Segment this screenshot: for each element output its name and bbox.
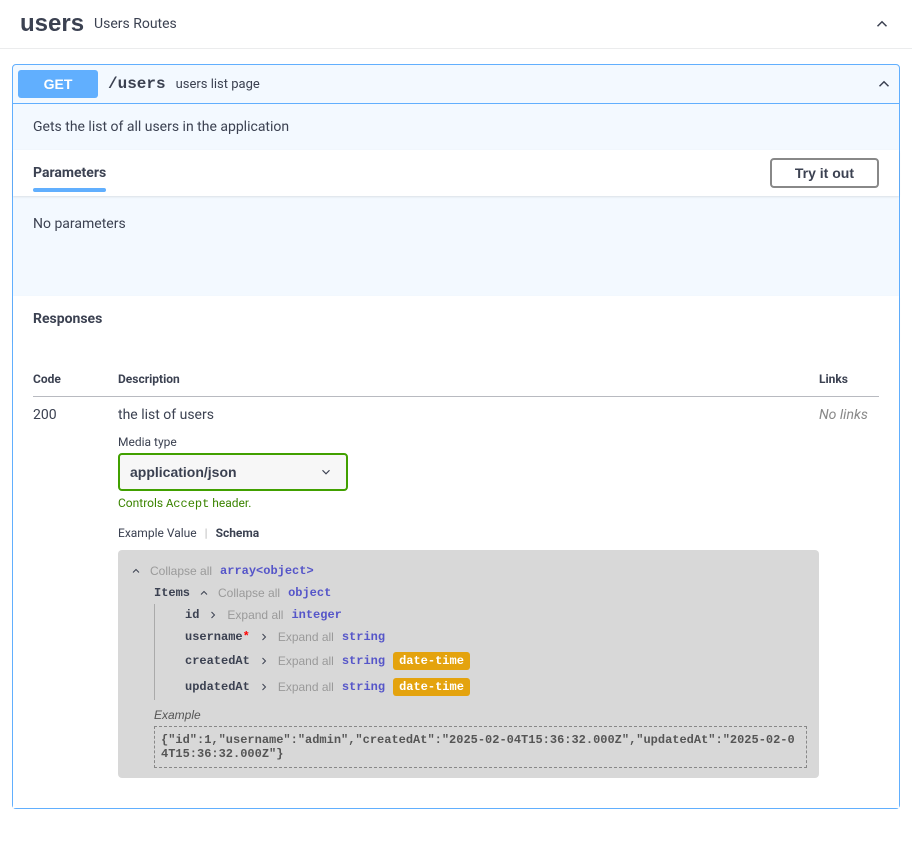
- tag-header[interactable]: users Users Routes: [0, 0, 912, 49]
- schema-root-row[interactable]: Collapse all array<object>: [130, 560, 807, 582]
- response-links: No links: [819, 397, 879, 789]
- expand-all-link[interactable]: Expand all: [278, 680, 334, 694]
- media-type-help: Controls Accept header.: [118, 496, 819, 511]
- chevron-up-icon: [198, 587, 210, 599]
- schema-field-row[interactable]: createdAt Expand all string date-time: [154, 648, 807, 674]
- operation-summary: users list page: [176, 77, 874, 92]
- schema-field-type: string: [342, 680, 385, 694]
- col-links: Links: [819, 362, 879, 397]
- tag-name: users: [20, 10, 84, 38]
- schema-example-label: Example: [130, 708, 807, 722]
- no-parameters-text: No parameters: [33, 216, 126, 232]
- operation-header[interactable]: GET /users users list page: [13, 65, 899, 103]
- chevron-right-icon: [258, 631, 270, 643]
- chevron-up-icon: [130, 565, 142, 577]
- col-description: Description: [118, 362, 819, 397]
- media-type-select[interactable]: application/json: [118, 453, 348, 491]
- schema-format-badge: date-time: [393, 652, 470, 670]
- try-it-out-button[interactable]: Try it out: [770, 158, 879, 188]
- schema-tabs: Example Value | Schema: [118, 526, 819, 540]
- schema-field-type: integer: [291, 608, 341, 622]
- schema-example-value: {"id":1,"username":"admin","createdAt":"…: [154, 726, 807, 768]
- schema-format-badge: date-time: [393, 678, 470, 696]
- responses-body: Code Description Links 200 the list of u…: [13, 342, 899, 808]
- parameters-underline: [33, 188, 106, 192]
- chevron-right-icon: [207, 609, 219, 621]
- responses-table: Code Description Links 200 the list of u…: [33, 362, 879, 788]
- chevron-down-icon: [316, 462, 336, 482]
- schema-field-name: createdAt: [185, 654, 250, 668]
- response-code: 200: [33, 397, 118, 789]
- tag-description: Users Routes: [94, 16, 872, 32]
- collapse-all-link[interactable]: Collapse all: [150, 564, 212, 578]
- schema-field-name: updatedAt: [185, 680, 250, 694]
- tab-divider: |: [205, 526, 208, 540]
- schema-box: Collapse all array<object> Items Collaps…: [118, 550, 819, 778]
- schema-items-row[interactable]: Items Collapse all object: [130, 582, 807, 604]
- required-indicator: *: [243, 630, 250, 644]
- schema-field-row[interactable]: username* Expand all string: [154, 626, 807, 648]
- schema-field-name: username*: [185, 630, 250, 644]
- tab-example-value[interactable]: Example Value: [118, 526, 197, 540]
- operation-body: Gets the list of all users in the applic…: [13, 103, 899, 808]
- schema-field-row[interactable]: id Expand all integer: [154, 604, 807, 626]
- chevron-up-icon: [874, 74, 894, 94]
- schema-items-label: Items: [154, 586, 190, 600]
- schema-field-type: string: [342, 654, 385, 668]
- media-type-value: application/json: [130, 464, 237, 480]
- response-description: the list of users: [118, 407, 819, 423]
- schema-field-type: string: [342, 630, 385, 644]
- operation-description: Gets the list of all users in the applic…: [13, 104, 899, 150]
- parameters-title: Parameters: [33, 165, 106, 181]
- schema-field-row[interactable]: updatedAt Expand all string date-time: [154, 674, 807, 700]
- schema-field-name: id: [185, 608, 199, 622]
- operation-block: GET /users users list page Gets the list…: [12, 64, 900, 809]
- schema-root-type: array<object>: [220, 564, 314, 578]
- http-method-badge: GET: [18, 70, 98, 98]
- chevron-right-icon: [258, 655, 270, 667]
- expand-all-link[interactable]: Expand all: [227, 608, 283, 622]
- chevron-up-icon: [872, 14, 892, 34]
- collapse-all-link[interactable]: Collapse all: [218, 586, 280, 600]
- parameters-header: Parameters Try it out: [13, 150, 899, 196]
- expand-all-link[interactable]: Expand all: [278, 630, 334, 644]
- schema-items-type: object: [288, 586, 331, 600]
- expand-all-link[interactable]: Expand all: [278, 654, 334, 668]
- tab-schema[interactable]: Schema: [216, 526, 260, 540]
- chevron-right-icon: [258, 681, 270, 693]
- responses-title: Responses: [13, 296, 899, 342]
- parameters-body: No parameters: [13, 196, 899, 296]
- media-type-label: Media type: [118, 435, 819, 449]
- col-code: Code: [33, 362, 118, 397]
- response-row: 200 the list of users Media type applica…: [33, 397, 879, 789]
- operation-path: /users: [108, 75, 166, 93]
